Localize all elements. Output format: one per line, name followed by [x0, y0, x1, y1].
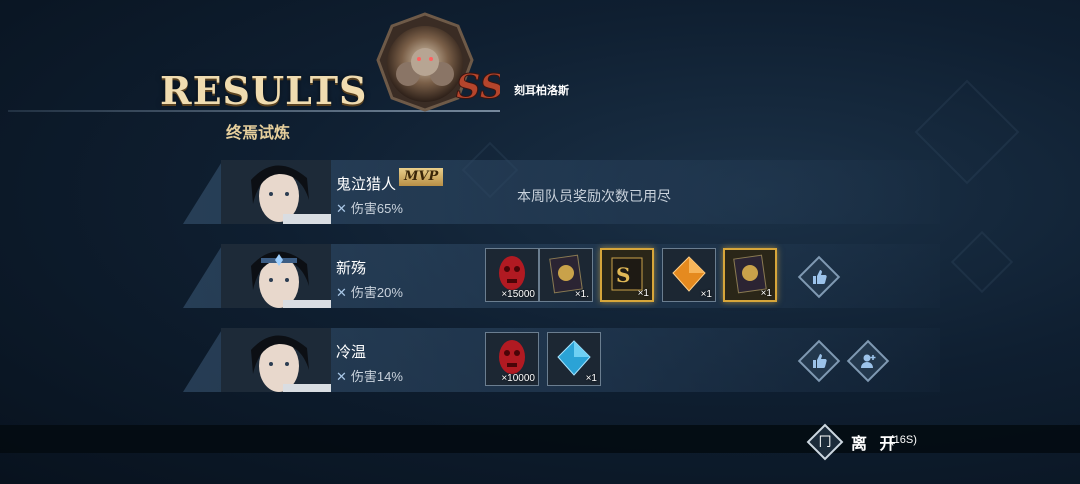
- stage-name: 终焉试炼: [226, 123, 291, 142]
- item-quantity: ×15000: [501, 289, 535, 300]
- reward-status-text: 本周队员奖励次数已用尽: [517, 188, 671, 204]
- mvp-badge: MVP: [399, 168, 444, 186]
- damage-percent: ✕ 伤害65%: [336, 201, 403, 216]
- damage-percent: ✕ 伤害20%: [336, 285, 403, 300]
- background-diamond: [950, 230, 1014, 294]
- damage-percent: ✕ 伤害14%: [336, 369, 403, 384]
- reward-item[interactable]: ×10000: [485, 332, 539, 386]
- crossed-swords-icon: ✕: [336, 201, 347, 216]
- player-portrait: [221, 244, 331, 308]
- reward-item[interactable]: ×1: [723, 248, 777, 302]
- player-name: 冷温: [336, 344, 367, 361]
- item-quantity: ×1: [585, 373, 597, 384]
- svg-text:S: S: [616, 263, 630, 287]
- player-row: 冷温 ✕ 伤害14% ×10000 ×1: [183, 328, 940, 392]
- exit-button[interactable]: 冂 离 开 (16S): [806, 423, 938, 461]
- reward-item[interactable]: ×1: [547, 332, 601, 386]
- crossed-swords-icon: ✕: [336, 369, 347, 384]
- boss-emblem: SS: [350, 12, 505, 112]
- item-quantity: ×1: [700, 289, 712, 300]
- exit-door-icon: 冂: [806, 423, 844, 461]
- player-row: 新殇 ✕ 伤害20% ×15000 ×1. S ×1 ×1 ×1: [183, 244, 940, 308]
- boss-name: 刻耳柏洛斯: [514, 85, 569, 97]
- item-quantity: ×1.: [574, 289, 589, 300]
- player-row: 鬼泣猎人 MVP ✕ 伤害65% 本周队员奖励次数已用尽: [183, 160, 940, 224]
- item-quantity: ×1: [637, 288, 649, 299]
- crossed-swords-icon: ✕: [336, 285, 347, 300]
- thumbs-up-icon: [813, 270, 827, 284]
- item-quantity: ×1: [760, 288, 772, 299]
- player-name: 鬼泣猎人: [336, 176, 397, 193]
- cerberus-emblem-icon: SS: [376, 12, 505, 112]
- item-quantity: ×10000: [501, 373, 535, 384]
- player-name: 新殇: [336, 260, 367, 277]
- reward-item[interactable]: ×15000: [485, 248, 539, 302]
- reward-item[interactable]: S ×1: [600, 248, 654, 302]
- player-portrait: [221, 160, 331, 224]
- thumbs-up-icon: [813, 354, 827, 368]
- svg-text:SS: SS: [456, 67, 500, 107]
- add-friend-icon: [861, 354, 876, 368]
- player-portrait: [221, 328, 331, 392]
- reward-item[interactable]: ×1.: [539, 248, 593, 302]
- reward-item[interactable]: ×1: [662, 248, 716, 302]
- exit-countdown: (16S): [890, 434, 917, 446]
- results-title: RESULTS: [160, 68, 368, 113]
